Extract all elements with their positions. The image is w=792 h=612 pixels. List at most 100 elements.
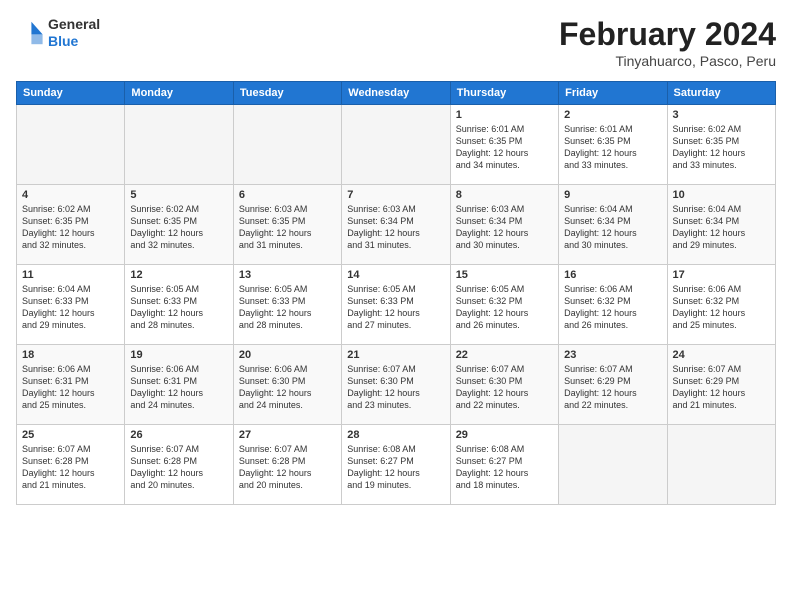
calendar-cell: 26Sunrise: 6:07 AMSunset: 6:28 PMDayligh… [125,425,233,505]
day-info: Sunrise: 6:05 AMSunset: 6:33 PMDaylight:… [347,283,444,332]
calendar-cell: 25 Sunrise: 6:07 AMSunset: 6:28 PMDayligh… [17,425,125,505]
calendar-cell [342,105,450,185]
title-block: February 2024 Tinyahuarco, Pasco, Peru [559,16,776,69]
day-info: Sunrise: 6:03 AMSunset: 6:35 PMDaylight:… [239,203,336,252]
calendar-cell: 19Sunrise: 6:06 AMSunset: 6:31 PMDayligh… [125,345,233,425]
page-title: February 2024 [559,16,776,53]
calendar-cell [17,105,125,185]
day-number: 1 [456,109,553,121]
calendar-week-row: 11 Sunrise: 6:04 AMSunset: 6:33 PMDayligh… [17,265,776,345]
calendar-day-header: Thursday [450,82,558,105]
calendar-body: 1 Sunrise: 6:01 AMSunset: 6:35 PMDaylight… [17,105,776,505]
day-number: 12 [130,269,227,281]
day-number: 4 [22,189,119,201]
calendar-table: SundayMondayTuesdayWednesdayThursdayFrid… [16,81,776,505]
day-number: 10 [673,189,770,201]
day-info: Sunrise: 6:07 AMSunset: 6:29 PMDaylight:… [564,363,661,412]
calendar-cell: 5 Sunrise: 6:02 AMSunset: 6:35 PMDaylight… [125,185,233,265]
calendar-cell: 14 Sunrise: 6:05 AMSunset: 6:33 PMDayligh… [342,265,450,345]
day-number: 9 [564,189,661,201]
day-number: 16 [564,269,661,281]
day-number: 20 [239,349,336,361]
calendar-cell: 10Sunrise: 6:04 AMSunset: 6:34 PMDayligh… [667,185,775,265]
calendar-day-header: Saturday [667,82,775,105]
day-info: Sunrise: 6:07 AMSunset: 6:30 PMDaylight:… [456,363,553,412]
day-number: 22 [456,349,553,361]
logo-icon [16,19,44,47]
day-info: Sunrise: 6:07 AMSunset: 6:29 PMDaylight:… [673,363,770,412]
day-number: 27 [239,429,336,441]
calendar-cell: 18 Sunrise: 6:06 AMSunset: 6:31 PMDayligh… [17,345,125,425]
day-info: Sunrise: 6:05 AMSunset: 6:32 PMDaylight:… [456,283,553,332]
calendar-cell: 13 Sunrise: 6:05 AMSunset: 6:33 PMDayligh… [233,265,341,345]
calendar-cell: 4 Sunrise: 6:02 AMSunset: 6:35 PMDaylight… [17,185,125,265]
day-info: Sunrise: 6:02 AMSunset: 6:35 PMDaylight:… [673,123,770,172]
calendar-cell: 17Sunrise: 6:06 AMSunset: 6:32 PMDayligh… [667,265,775,345]
day-number: 25 [22,429,119,441]
calendar-cell: 27Sunrise: 6:07 AMSunset: 6:28 PMDayligh… [233,425,341,505]
calendar-cell: 21Sunrise: 6:07 AMSunset: 6:30 PMDayligh… [342,345,450,425]
day-info: Sunrise: 6:07 AMSunset: 6:28 PMDaylight:… [22,443,119,492]
day-number: 6 [239,189,336,201]
calendar-cell: 6 Sunrise: 6:03 AMSunset: 6:35 PMDaylight… [233,185,341,265]
calendar-cell: 23 Sunrise: 6:07 AMSunset: 6:29 PMDayligh… [559,345,667,425]
calendar-cell: 29 Sunrise: 6:08 AMSunset: 6:27 PMDayligh… [450,425,558,505]
calendar-cell [233,105,341,185]
calendar-cell: 20 Sunrise: 6:06 AMSunset: 6:30 PMDayligh… [233,345,341,425]
calendar-cell: 15 Sunrise: 6:05 AMSunset: 6:32 PMDayligh… [450,265,558,345]
day-info: Sunrise: 6:06 AMSunset: 6:30 PMDaylight:… [239,363,336,412]
day-info: Sunrise: 6:08 AMSunset: 6:27 PMDaylight:… [456,443,553,492]
calendar-day-header: Wednesday [342,82,450,105]
day-number: 24 [673,349,770,361]
calendar-day-header: Tuesday [233,82,341,105]
calendar-cell: 9 Sunrise: 6:04 AMSunset: 6:34 PMDaylight… [559,185,667,265]
day-info: Sunrise: 6:05 AMSunset: 6:33 PMDaylight:… [239,283,336,332]
logo: General Blue [16,16,100,50]
day-number: 2 [564,109,661,121]
calendar-cell [559,425,667,505]
day-info: Sunrise: 6:06 AMSunset: 6:32 PMDaylight:… [564,283,661,332]
calendar-week-row: 18 Sunrise: 6:06 AMSunset: 6:31 PMDayligh… [17,345,776,425]
day-info: Sunrise: 6:07 AMSunset: 6:30 PMDaylight:… [347,363,444,412]
calendar-day-header: Friday [559,82,667,105]
page-header: General Blue February 2024 Tinyahuarco, … [16,16,776,69]
calendar-day-header: Monday [125,82,233,105]
day-number: 11 [22,269,119,281]
logo-text: General Blue [48,16,100,50]
day-info: Sunrise: 6:02 AMSunset: 6:35 PMDaylight:… [22,203,119,252]
day-info: Sunrise: 6:01 AMSunset: 6:35 PMDaylight:… [456,123,553,172]
calendar-week-row: 4 Sunrise: 6:02 AMSunset: 6:35 PMDaylight… [17,185,776,265]
day-info: Sunrise: 6:04 AMSunset: 6:34 PMDaylight:… [564,203,661,252]
calendar-cell: 16 Sunrise: 6:06 AMSunset: 6:32 PMDayligh… [559,265,667,345]
day-info: Sunrise: 6:06 AMSunset: 6:31 PMDaylight:… [22,363,119,412]
day-number: 23 [564,349,661,361]
day-number: 18 [22,349,119,361]
day-info: Sunrise: 6:01 AMSunset: 6:35 PMDaylight:… [564,123,661,172]
day-info: Sunrise: 6:08 AMSunset: 6:27 PMDaylight:… [347,443,444,492]
day-number: 13 [239,269,336,281]
day-number: 3 [673,109,770,121]
calendar-cell: 2 Sunrise: 6:01 AMSunset: 6:35 PMDaylight… [559,105,667,185]
day-number: 19 [130,349,227,361]
day-info: Sunrise: 6:02 AMSunset: 6:35 PMDaylight:… [130,203,227,252]
calendar-day-header: Sunday [17,82,125,105]
calendar-cell: 12 Sunrise: 6:05 AMSunset: 6:33 PMDayligh… [125,265,233,345]
day-number: 7 [347,189,444,201]
calendar-cell: 24 Sunrise: 6:07 AMSunset: 6:29 PMDayligh… [667,345,775,425]
calendar-cell [125,105,233,185]
calendar-cell: 28Sunrise: 6:08 AMSunset: 6:27 PMDayligh… [342,425,450,505]
day-number: 26 [130,429,227,441]
day-info: Sunrise: 6:04 AMSunset: 6:33 PMDaylight:… [22,283,119,332]
calendar-cell: 1 Sunrise: 6:01 AMSunset: 6:35 PMDaylight… [450,105,558,185]
day-number: 15 [456,269,553,281]
calendar-cell: 11 Sunrise: 6:04 AMSunset: 6:33 PMDayligh… [17,265,125,345]
page-subtitle: Tinyahuarco, Pasco, Peru [559,53,776,69]
day-number: 5 [130,189,227,201]
calendar-week-row: 25 Sunrise: 6:07 AMSunset: 6:28 PMDayligh… [17,425,776,505]
calendar-cell: 7Sunrise: 6:03 AMSunset: 6:34 PMDaylight… [342,185,450,265]
day-number: 14 [347,269,444,281]
day-number: 29 [456,429,553,441]
calendar-cell: 22 Sunrise: 6:07 AMSunset: 6:30 PMDayligh… [450,345,558,425]
day-info: Sunrise: 6:05 AMSunset: 6:33 PMDaylight:… [130,283,227,332]
calendar-cell: 3 Sunrise: 6:02 AMSunset: 6:35 PMDaylight… [667,105,775,185]
